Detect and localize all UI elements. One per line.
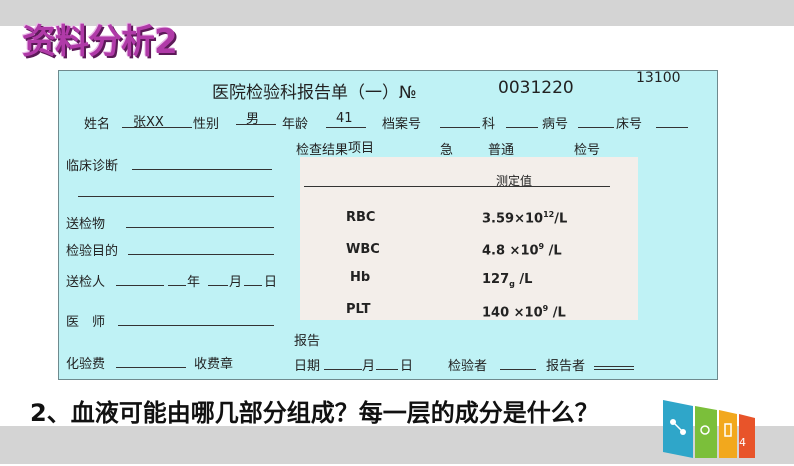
specimen-underline [126,227,274,228]
sender-underline-2 [168,285,186,286]
logo-panel-green [695,406,717,458]
name-label: 姓名 [84,117,111,132]
file-label: 档案号 [382,117,422,132]
test-no-label: 检号 [574,143,601,158]
normal-label: 普通 [488,143,515,158]
result-value: 4.8 ×109 /L [482,242,562,259]
clinical-diagnosis-underline-2 [78,196,274,197]
result-item: WBC [346,242,380,257]
result-item: Hb [350,270,371,285]
send-day-underline [244,285,262,286]
logo-panel-orange [719,410,737,458]
fee-underline [116,367,186,368]
sender-underline [116,285,164,286]
result-item: PLT [346,302,371,317]
date-month-label: 月 [362,359,376,374]
page-number: 4 [739,436,746,449]
bed-underline [656,127,688,128]
slide-title: 资料分析2 [22,22,178,62]
bed-label: 床号 [616,117,643,132]
name-underline [122,127,192,128]
date-day-label: 日 [400,359,414,374]
doctor-label: 医 师 [66,315,106,330]
gender-label: 性别 [193,117,220,132]
result-value: 140 ×109 /L [482,304,566,321]
fee-seal-label: 收费章 [194,357,234,372]
send-month-underline [208,285,228,286]
question-text: 2、血液可能由哪几部分组成？每一层的成分是什么？ [30,399,599,427]
age-value: 41 [336,111,353,126]
urgent-label: 急 [440,143,454,158]
clinical-diagnosis-underline [132,169,272,170]
purpose-label: 检验目的 [66,244,119,259]
date-month-underline [376,369,398,370]
item-label: 项目 [348,141,375,156]
specimen-label: 送检物 [66,217,106,232]
result-value: 127g /L [482,272,533,289]
logo-graphic [663,400,755,458]
examiner-underline [500,369,536,370]
reporter-label: 报告者 [546,359,586,374]
dept-underline [506,127,538,128]
results-panel [300,157,638,320]
sender-label: 送检人 [66,275,106,290]
decorative-logo: 4 [653,392,763,462]
fee-label: 化验费 [66,357,106,372]
gender-underline [236,124,276,125]
send-day-label: 日 [264,275,278,290]
send-year-label: 年 [187,275,201,290]
result-value: 3.59×1012/L [482,210,568,227]
send-month-label: 月 [229,275,243,290]
result-item: RBC [346,210,376,225]
results-header-underline [304,186,610,187]
report-label: 报告 [294,334,321,349]
logo-panel-blue [663,400,693,458]
reporter-underline [594,369,634,370]
ward-label: 病号 [542,117,569,132]
report-title: 医院检验科报告单（一）№ [212,83,417,103]
results-label: 检查结果 [296,143,349,158]
date-year-underline [324,369,362,370]
report-number: 0031220 [498,78,574,98]
doctor-underline [118,325,274,326]
examiner-label: 检验者 [448,359,488,374]
file-underline [440,127,480,128]
age-label: 年龄 [282,117,309,132]
clinical-diagnosis-label: 临床诊断 [66,159,119,174]
dept-label: 科 [482,117,496,132]
date-label: 日期 [294,359,321,374]
purpose-underline [128,254,274,255]
age-underline [326,127,366,128]
reporter-underline-2 [594,366,634,367]
ward-underline [578,127,614,128]
corner-code: 13100 [636,70,681,86]
